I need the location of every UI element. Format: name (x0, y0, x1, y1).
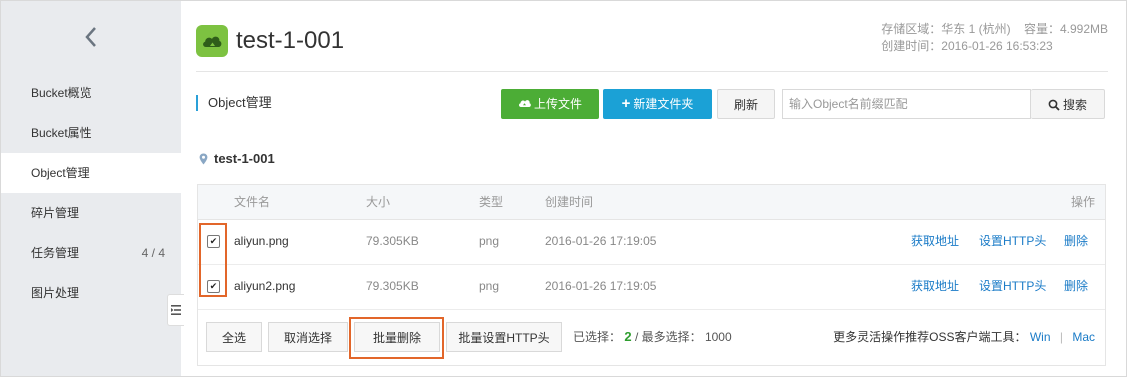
set-http-header-link[interactable]: 设置HTTP头 (979, 219, 1046, 264)
chevron-left-icon (85, 27, 96, 47)
sidebar-item-fragment-management[interactable]: 碎片管理 (1, 193, 181, 233)
search-button[interactable]: 搜索 (1031, 89, 1105, 119)
divider (196, 71, 1108, 72)
page-title: test-1-001 (236, 27, 345, 54)
select-all-button[interactable]: 全选 (206, 322, 262, 352)
sidebar-item-label: Bucket属性 (31, 126, 92, 140)
cloud-upload-icon (518, 100, 531, 107)
file-name[interactable]: aliyun.png (234, 219, 289, 264)
section-title: Object管理 (196, 95, 272, 111)
sidebar-item-task-management[interactable]: 任务管理 4 / 4 (1, 233, 181, 273)
selected-count: 2 (624, 329, 632, 344)
region-label: 存储区域：华东 1 (杭州) (881, 22, 1011, 36)
batch-delete-highlight-annotation (349, 317, 444, 359)
delete-link[interactable]: 删除 (1064, 264, 1088, 309)
oss-console-window: Bucket概览 Bucket属性 Object管理 碎片管理 任务管理 4 /… (0, 0, 1127, 377)
max-selection-label: / 最多选择： (634, 330, 702, 344)
table-row: ✔ aliyun2.png 79.305KB png 2016-01-26 17… (198, 264, 1105, 310)
plus-icon: + (621, 95, 631, 112)
file-size: 79.305KB (366, 234, 419, 248)
back-button[interactable] (1, 1, 181, 73)
cloud-bucket-icon (203, 36, 222, 47)
file-type: png (479, 234, 500, 248)
sidebar-item-bucket-overview[interactable]: Bucket概览 (1, 73, 181, 113)
column-header-type: 类型 (479, 195, 504, 209)
file-created-time: 2016-01-26 17:19:05 (545, 279, 657, 293)
capacity-label: 容量：4.992MB (1023, 22, 1108, 36)
column-header-name: 文件名 (234, 195, 271, 209)
column-header-actions: 操作 (1070, 195, 1095, 209)
sidebar-item-label: Bucket概览 (31, 86, 92, 100)
new-folder-button[interactable]: + 新建文件夹 (603, 89, 712, 119)
selection-info: 已选择： 2 / 最多选择： 1000 (573, 328, 732, 345)
set-http-header-link[interactable]: 设置HTTP头 (979, 264, 1046, 309)
win-client-link[interactable]: Win (1030, 330, 1051, 344)
table-header: 文件名 大小 类型 创建时间 操作 (198, 185, 1105, 220)
sidebar-item-image-processing[interactable]: 图片处理 (1, 273, 181, 313)
table-footer: 全选 取消选择 批量删除 批量设置HTTP头 已选择： 2 / 最多选择： 10… (198, 309, 1105, 365)
task-count-badge: 4 / 4 (141, 246, 165, 260)
sidebar-item-label: Object管理 (31, 166, 90, 180)
main-content: test-1-001 存储区域：华东 1 (杭州) 容量：4.992MB 创建时… (181, 1, 1126, 376)
breadcrumb-bucket[interactable]: test-1-001 (214, 151, 275, 166)
max-selection-count: 1000 (704, 330, 732, 344)
batch-set-http-header-button[interactable]: 批量设置HTTP头 (446, 322, 562, 352)
upload-button-label: 上传文件 (533, 97, 582, 111)
refresh-button[interactable]: 刷新 (717, 89, 775, 119)
new-folder-button-label: 新建文件夹 (633, 97, 694, 111)
menu-collapse-icon (171, 305, 181, 315)
upload-button[interactable]: 上传文件 (501, 89, 599, 119)
created-time-label: 创建时间：2016-01-26 16:53:23 (881, 39, 1053, 53)
sidebar-item-label: 图片处理 (31, 286, 80, 300)
search-button-label: 搜索 (1062, 98, 1087, 112)
breadcrumb: test-1-001 (199, 151, 275, 166)
column-header-size: 大小 (366, 195, 391, 209)
table-row: ✔ aliyun.png 79.305KB png 2016-01-26 17:… (198, 219, 1105, 265)
file-name[interactable]: aliyun2.png (234, 264, 295, 309)
client-tools-text: 更多灵活操作推荐OSS客户端工具： (833, 330, 1027, 344)
mac-client-link[interactable]: Mac (1072, 330, 1095, 344)
file-created-time: 2016-01-26 17:19:05 (545, 234, 657, 248)
delete-link[interactable]: 删除 (1064, 219, 1088, 264)
column-header-created: 创建时间 (545, 195, 594, 209)
file-size: 79.305KB (366, 279, 419, 293)
bucket-meta: 存储区域：华东 1 (杭州) 容量：4.992MB 创建时间：2016-01-2… (871, 21, 1108, 55)
sidebar-item-label: 任务管理 (31, 246, 80, 260)
location-pin-icon (199, 153, 208, 164)
link-separator: | (1059, 330, 1063, 344)
selected-prefix: 已选择： (573, 330, 622, 344)
file-type: png (479, 279, 500, 293)
client-tools-promo: 更多灵活操作推荐OSS客户端工具： Win | Mac (833, 328, 1095, 345)
object-table: 文件名 大小 类型 创建时间 操作 ✔ aliyun.png 79.305KB … (197, 184, 1106, 366)
get-url-link[interactable]: 获取地址 (911, 219, 959, 264)
sidebar-item-label: 碎片管理 (31, 206, 80, 220)
deselect-button[interactable]: 取消选择 (268, 322, 348, 352)
checkbox-highlight-annotation (199, 223, 227, 297)
sidebar-item-object-management[interactable]: Object管理 (1, 153, 181, 193)
bucket-logo (196, 25, 228, 57)
sidebar-item-bucket-properties[interactable]: Bucket属性 (1, 113, 181, 153)
search-input[interactable] (782, 89, 1031, 119)
get-url-link[interactable]: 获取地址 (911, 264, 959, 309)
sidebar: Bucket概览 Bucket属性 Object管理 碎片管理 任务管理 4 /… (1, 1, 184, 376)
search-icon (1048, 99, 1060, 111)
